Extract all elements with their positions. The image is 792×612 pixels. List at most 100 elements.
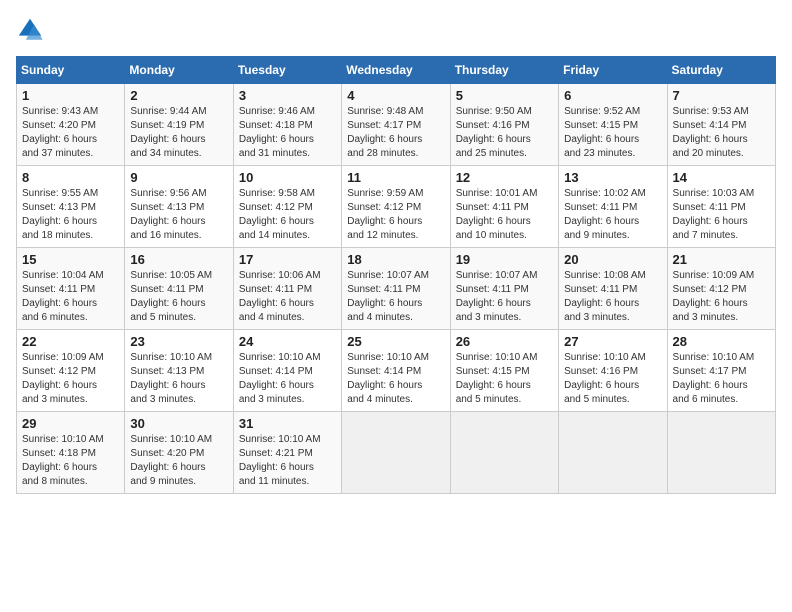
day-number: 9 [130, 170, 227, 185]
day-number: 28 [673, 334, 770, 349]
day-detail: Sunrise: 10:06 AMSunset: 4:11 PMDaylight… [239, 269, 336, 325]
day-detail: Sunrise: 9:50 AMSunset: 4:16 PMDaylight:… [456, 105, 553, 161]
weekday-header-wednesday: Wednesday [342, 57, 450, 84]
day-number: 25 [347, 334, 444, 349]
logo-icon [16, 16, 44, 44]
logo [16, 16, 48, 44]
day-detail: Sunrise: 9:59 AMSunset: 4:12 PMDaylight:… [347, 187, 444, 243]
day-detail: Sunrise: 9:52 AMSunset: 4:15 PMDaylight:… [564, 105, 661, 161]
calendar-cell: 9 Sunrise: 9:56 AMSunset: 4:13 PMDayligh… [125, 166, 233, 248]
calendar-cell: 5 Sunrise: 9:50 AMSunset: 4:16 PMDayligh… [450, 84, 558, 166]
weekday-header-monday: Monday [125, 57, 233, 84]
calendar-week-2: 8 Sunrise: 9:55 AMSunset: 4:13 PMDayligh… [17, 166, 776, 248]
calendar-cell: 2 Sunrise: 9:44 AMSunset: 4:19 PMDayligh… [125, 84, 233, 166]
calendar-cell [342, 412, 450, 494]
day-detail: Sunrise: 10:09 AMSunset: 4:12 PMDaylight… [22, 351, 119, 407]
calendar-cell: 20 Sunrise: 10:08 AMSunset: 4:11 PMDayli… [559, 248, 667, 330]
day-number: 20 [564, 252, 661, 267]
calendar-cell: 22 Sunrise: 10:09 AMSunset: 4:12 PMDayli… [17, 330, 125, 412]
day-detail: Sunrise: 9:48 AMSunset: 4:17 PMDaylight:… [347, 105, 444, 161]
day-number: 6 [564, 88, 661, 103]
day-detail: Sunrise: 9:55 AMSunset: 4:13 PMDaylight:… [22, 187, 119, 243]
calendar-week-3: 15 Sunrise: 10:04 AMSunset: 4:11 PMDayli… [17, 248, 776, 330]
calendar-cell: 14 Sunrise: 10:03 AMSunset: 4:11 PMDayli… [667, 166, 775, 248]
day-number: 30 [130, 416, 227, 431]
calendar-cell: 8 Sunrise: 9:55 AMSunset: 4:13 PMDayligh… [17, 166, 125, 248]
calendar-cell: 27 Sunrise: 10:10 AMSunset: 4:16 PMDayli… [559, 330, 667, 412]
day-number: 1 [22, 88, 119, 103]
day-detail: Sunrise: 9:44 AMSunset: 4:19 PMDaylight:… [130, 105, 227, 161]
calendar-cell: 29 Sunrise: 10:10 AMSunset: 4:18 PMDayli… [17, 412, 125, 494]
calendar-cell: 7 Sunrise: 9:53 AMSunset: 4:14 PMDayligh… [667, 84, 775, 166]
calendar-cell: 1 Sunrise: 9:43 AMSunset: 4:20 PMDayligh… [17, 84, 125, 166]
day-detail: Sunrise: 10:04 AMSunset: 4:11 PMDaylight… [22, 269, 119, 325]
calendar-cell: 10 Sunrise: 9:58 AMSunset: 4:12 PMDaylig… [233, 166, 341, 248]
day-number: 5 [456, 88, 553, 103]
day-number: 8 [22, 170, 119, 185]
calendar-cell: 19 Sunrise: 10:07 AMSunset: 4:11 PMDayli… [450, 248, 558, 330]
weekday-header-tuesday: Tuesday [233, 57, 341, 84]
day-number: 2 [130, 88, 227, 103]
day-detail: Sunrise: 9:43 AMSunset: 4:20 PMDaylight:… [22, 105, 119, 161]
day-detail: Sunrise: 10:10 AMSunset: 4:17 PMDaylight… [673, 351, 770, 407]
day-detail: Sunrise: 10:10 AMSunset: 4:15 PMDaylight… [456, 351, 553, 407]
day-detail: Sunrise: 9:46 AMSunset: 4:18 PMDaylight:… [239, 105, 336, 161]
day-number: 7 [673, 88, 770, 103]
day-number: 4 [347, 88, 444, 103]
calendar-week-1: 1 Sunrise: 9:43 AMSunset: 4:20 PMDayligh… [17, 84, 776, 166]
day-number: 27 [564, 334, 661, 349]
day-detail: Sunrise: 10:08 AMSunset: 4:11 PMDaylight… [564, 269, 661, 325]
calendar-cell: 11 Sunrise: 9:59 AMSunset: 4:12 PMDaylig… [342, 166, 450, 248]
day-detail: Sunrise: 10:09 AMSunset: 4:12 PMDaylight… [673, 269, 770, 325]
day-detail: Sunrise: 10:10 AMSunset: 4:14 PMDaylight… [239, 351, 336, 407]
day-detail: Sunrise: 10:10 AMSunset: 4:20 PMDaylight… [130, 433, 227, 489]
day-number: 17 [239, 252, 336, 267]
calendar-cell: 23 Sunrise: 10:10 AMSunset: 4:13 PMDayli… [125, 330, 233, 412]
day-detail: Sunrise: 10:10 AMSunset: 4:14 PMDaylight… [347, 351, 444, 407]
day-number: 18 [347, 252, 444, 267]
calendar-cell: 21 Sunrise: 10:09 AMSunset: 4:12 PMDayli… [667, 248, 775, 330]
calendar-cell: 15 Sunrise: 10:04 AMSunset: 4:11 PMDayli… [17, 248, 125, 330]
calendar-cell: 3 Sunrise: 9:46 AMSunset: 4:18 PMDayligh… [233, 84, 341, 166]
day-detail: Sunrise: 10:07 AMSunset: 4:11 PMDaylight… [347, 269, 444, 325]
day-number: 26 [456, 334, 553, 349]
day-number: 12 [456, 170, 553, 185]
day-number: 3 [239, 88, 336, 103]
day-number: 22 [22, 334, 119, 349]
calendar-table: SundayMondayTuesdayWednesdayThursdayFrid… [16, 56, 776, 494]
day-number: 21 [673, 252, 770, 267]
day-detail: Sunrise: 10:10 AMSunset: 4:13 PMDaylight… [130, 351, 227, 407]
calendar-cell: 16 Sunrise: 10:05 AMSunset: 4:11 PMDayli… [125, 248, 233, 330]
calendar-cell: 30 Sunrise: 10:10 AMSunset: 4:20 PMDayli… [125, 412, 233, 494]
calendar-week-5: 29 Sunrise: 10:10 AMSunset: 4:18 PMDayli… [17, 412, 776, 494]
day-detail: Sunrise: 10:10 AMSunset: 4:21 PMDaylight… [239, 433, 336, 489]
day-detail: Sunrise: 9:53 AMSunset: 4:14 PMDaylight:… [673, 105, 770, 161]
page-header [16, 16, 776, 44]
calendar-cell: 17 Sunrise: 10:06 AMSunset: 4:11 PMDayli… [233, 248, 341, 330]
calendar-cell: 31 Sunrise: 10:10 AMSunset: 4:21 PMDayli… [233, 412, 341, 494]
calendar-cell: 25 Sunrise: 10:10 AMSunset: 4:14 PMDayli… [342, 330, 450, 412]
calendar-cell: 13 Sunrise: 10:02 AMSunset: 4:11 PMDayli… [559, 166, 667, 248]
day-number: 15 [22, 252, 119, 267]
day-number: 16 [130, 252, 227, 267]
day-detail: Sunrise: 9:58 AMSunset: 4:12 PMDaylight:… [239, 187, 336, 243]
calendar-cell: 24 Sunrise: 10:10 AMSunset: 4:14 PMDayli… [233, 330, 341, 412]
calendar-cell: 4 Sunrise: 9:48 AMSunset: 4:17 PMDayligh… [342, 84, 450, 166]
day-number: 13 [564, 170, 661, 185]
day-detail: Sunrise: 10:10 AMSunset: 4:16 PMDaylight… [564, 351, 661, 407]
day-number: 14 [673, 170, 770, 185]
weekday-header-friday: Friday [559, 57, 667, 84]
weekday-header-sunday: Sunday [17, 57, 125, 84]
day-number: 23 [130, 334, 227, 349]
day-detail: Sunrise: 10:10 AMSunset: 4:18 PMDaylight… [22, 433, 119, 489]
calendar-cell: 18 Sunrise: 10:07 AMSunset: 4:11 PMDayli… [342, 248, 450, 330]
calendar-cell [559, 412, 667, 494]
day-number: 10 [239, 170, 336, 185]
calendar-cell: 28 Sunrise: 10:10 AMSunset: 4:17 PMDayli… [667, 330, 775, 412]
day-number: 24 [239, 334, 336, 349]
calendar-cell: 12 Sunrise: 10:01 AMSunset: 4:11 PMDayli… [450, 166, 558, 248]
day-number: 11 [347, 170, 444, 185]
day-detail: Sunrise: 10:05 AMSunset: 4:11 PMDaylight… [130, 269, 227, 325]
calendar-cell [450, 412, 558, 494]
day-detail: Sunrise: 10:01 AMSunset: 4:11 PMDaylight… [456, 187, 553, 243]
